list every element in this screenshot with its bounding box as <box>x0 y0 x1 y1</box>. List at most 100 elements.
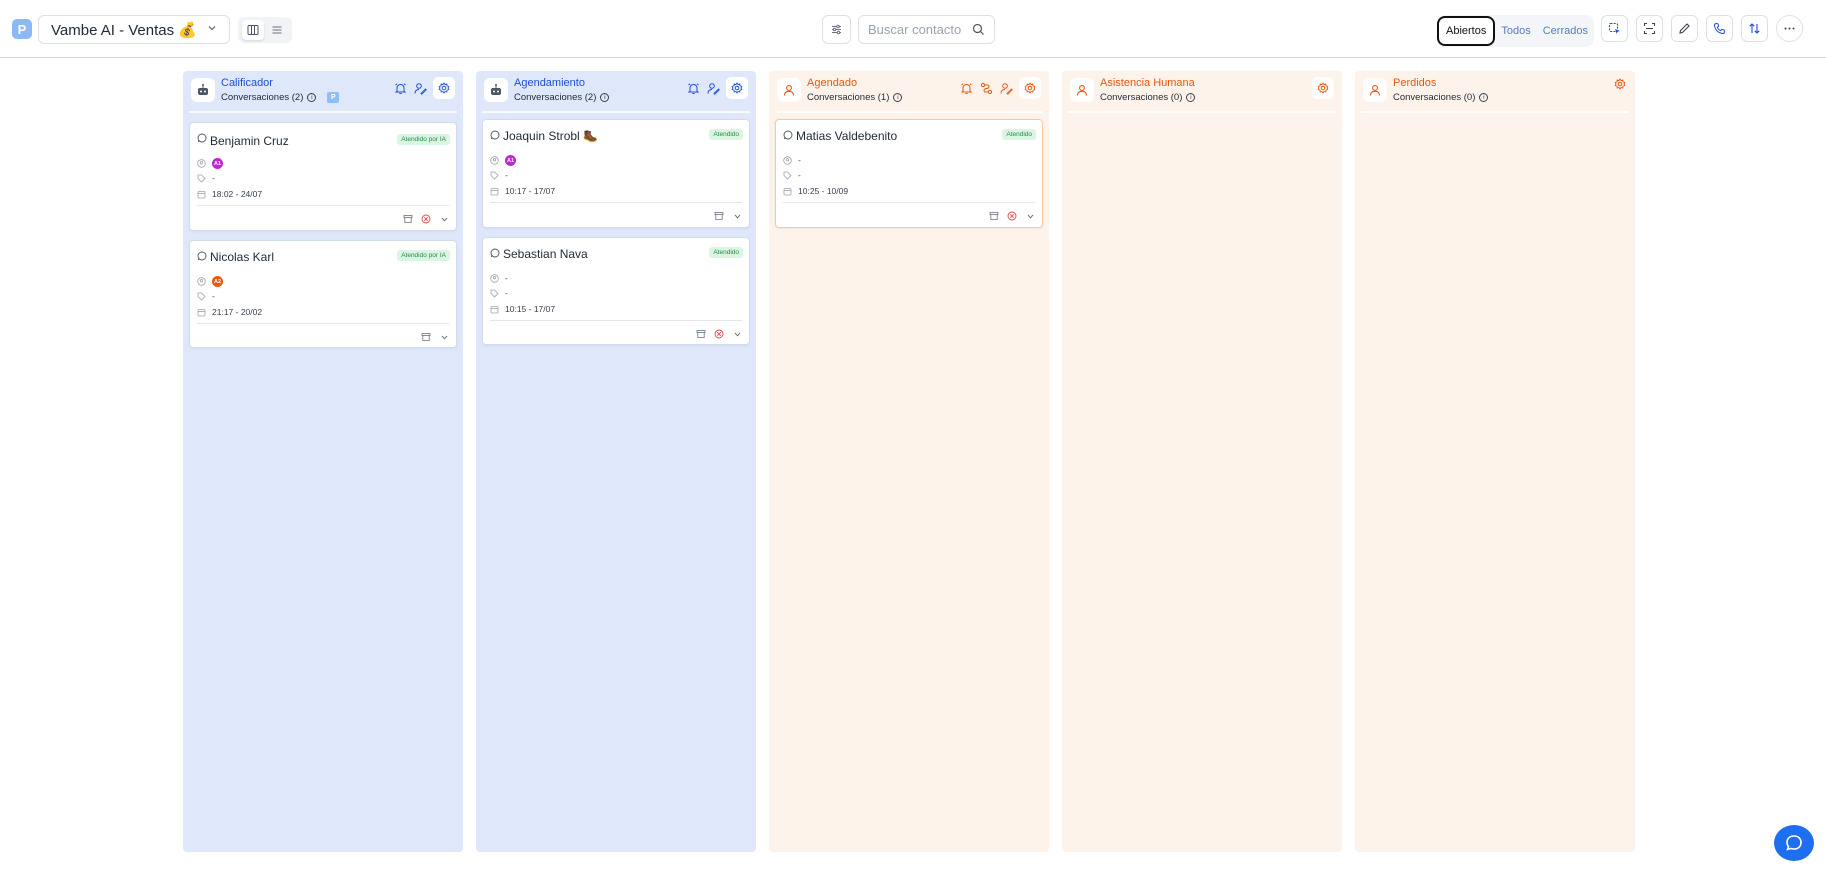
workflow-icon[interactable] <box>979 81 993 95</box>
chevron-down-icon[interactable] <box>1025 211 1035 221</box>
tags-row: - <box>197 173 215 183</box>
status-tabs: Abiertos Todos Cerrados <box>1437 15 1594 47</box>
column-settings-button[interactable] <box>433 77 455 99</box>
column-header: Agendamiento Conversaciones (2) i <box>476 71 756 113</box>
info-icon[interactable]: i <box>307 93 317 102</box>
calendar-icon <box>490 187 499 195</box>
status-badge: Atendido <box>709 247 743 258</box>
gear-icon <box>1024 82 1036 94</box>
info-icon[interactable]: i <box>1479 93 1489 102</box>
contact-card[interactable]: Benjamin Cruz Atendido por IA A1 - 18:02… <box>189 122 457 231</box>
app-logo[interactable]: P <box>12 19 32 39</box>
contact-name: Benjamin Cruz <box>210 134 289 148</box>
column-count: Conversaciones (0) i <box>1100 92 1196 103</box>
whatsapp-icon <box>490 130 500 140</box>
date-value: 10:17 - 17/07 <box>505 186 556 196</box>
contact-card[interactable]: Joaquin Strobl 🥾 Atendido A1 - 10:17 - 1… <box>482 119 750 228</box>
sort-button[interactable] <box>1741 15 1768 42</box>
chevron-down-icon[interactable] <box>439 332 449 342</box>
edit-button[interactable] <box>1671 15 1698 42</box>
scan-button[interactable] <box>1636 15 1663 42</box>
top-toolbar: P Vambe AI - Ventas 💰 Abiertos Todos <box>0 0 1826 58</box>
pointer-select-icon <box>1608 22 1620 34</box>
close-circle-icon[interactable] <box>421 214 431 224</box>
info-icon[interactable]: i <box>600 93 610 102</box>
tags-row: - <box>490 288 508 298</box>
calendar-icon <box>197 308 206 316</box>
tags-value: - <box>798 170 801 180</box>
column-settings-button[interactable] <box>726 77 748 99</box>
pipeline-selector[interactable]: Vambe AI - Ventas 💰 <box>38 15 230 44</box>
card-divider <box>197 323 449 324</box>
column-settings-button[interactable] <box>1019 77 1041 99</box>
bell-icon[interactable] <box>393 81 407 95</box>
assignee-row: A1 <box>490 155 516 166</box>
gear-icon <box>1317 82 1329 94</box>
contact-card[interactable]: Matias Valdebenito Atendido - - 10:25 - … <box>775 119 1043 228</box>
assignee-value: - <box>798 155 801 165</box>
assign-user-icon[interactable] <box>999 81 1013 95</box>
tab-cerrados[interactable]: Cerrados <box>1537 16 1594 46</box>
info-icon[interactable]: i <box>1186 93 1196 102</box>
column-header: Asistencia Humana Conversaciones (0) i <box>1062 71 1342 113</box>
tab-todos[interactable]: Todos <box>1495 16 1536 46</box>
list-view-button[interactable] <box>266 20 288 40</box>
call-button[interactable] <box>1706 15 1733 42</box>
contact-card[interactable]: Nicolas Karl Atendido por IA A2 - 21:17 … <box>189 240 457 348</box>
calendar-icon <box>490 305 499 313</box>
assign-user-icon[interactable] <box>706 81 720 95</box>
date-value: 10:15 - 17/07 <box>505 304 556 314</box>
bell-icon[interactable] <box>686 81 700 95</box>
info-icon[interactable]: i <box>893 93 903 102</box>
scan-icon <box>1643 22 1656 35</box>
status-badge: Atendido <box>1002 129 1036 140</box>
tags-value: - <box>212 173 215 183</box>
contact-name: Sebastian Nava <box>503 247 588 261</box>
close-circle-icon[interactable] <box>1007 211 1017 221</box>
search-icon[interactable] <box>972 23 985 36</box>
date-row: 18:02 - 24/07 <box>197 189 262 199</box>
column-divider <box>189 111 457 113</box>
archive-icon[interactable] <box>989 211 999 221</box>
date-row: 10:25 - 10/09 <box>783 186 848 196</box>
status-badge: Atendido por IA <box>397 250 450 261</box>
bell-icon[interactable] <box>959 81 973 95</box>
archive-icon[interactable] <box>403 214 413 224</box>
app-window: P Vambe AI - Ventas 💰 Abiertos Todos <box>0 0 1826 870</box>
support-chat-button[interactable] <box>1774 825 1814 861</box>
whatsapp-icon <box>783 130 793 140</box>
conversations-count: Conversaciones (0) <box>1393 92 1476 103</box>
more-options-button[interactable] <box>1776 15 1803 42</box>
tag-icon <box>197 292 206 301</box>
column-settings-button[interactable] <box>1312 77 1334 99</box>
select-cards-button[interactable] <box>1601 15 1628 42</box>
column-agendamiento: Agendamiento Conversaciones (2) i Joaqui… <box>476 71 756 852</box>
gear-icon[interactable] <box>1613 77 1627 91</box>
close-circle-icon[interactable] <box>714 329 724 339</box>
column-count: Conversaciones (2) i <box>514 92 610 103</box>
column-title: Calificador <box>221 77 273 89</box>
column-actions <box>393 77 455 99</box>
filter-button[interactable] <box>822 15 851 44</box>
assignee-row: A1 <box>197 158 223 169</box>
tab-abiertos[interactable]: Abiertos <box>1437 16 1496 46</box>
contact-name: Matias Valdebenito <box>796 129 898 143</box>
chevron-down-icon[interactable] <box>732 329 742 339</box>
archive-icon[interactable] <box>421 332 431 342</box>
archive-icon[interactable] <box>696 329 706 339</box>
chevron-down-icon[interactable] <box>439 214 449 224</box>
user-circle-icon <box>783 155 792 165</box>
gear-icon <box>731 82 743 94</box>
contact-card[interactable]: Sebastian Nava Atendido - - 10:15 - 17/0… <box>482 237 750 345</box>
board-view-button[interactable] <box>242 20 264 40</box>
date-row: 10:17 - 17/07 <box>490 186 555 196</box>
archive-icon[interactable] <box>714 211 724 221</box>
column-actions <box>1613 77 1627 91</box>
tags-value: - <box>505 288 508 298</box>
whatsapp-icon <box>197 133 207 143</box>
search-input[interactable] <box>868 22 972 37</box>
card-actions <box>989 211 1035 221</box>
assign-user-icon[interactable] <box>413 81 427 95</box>
chevron-down-icon[interactable] <box>732 211 742 221</box>
user-icon <box>777 78 801 102</box>
